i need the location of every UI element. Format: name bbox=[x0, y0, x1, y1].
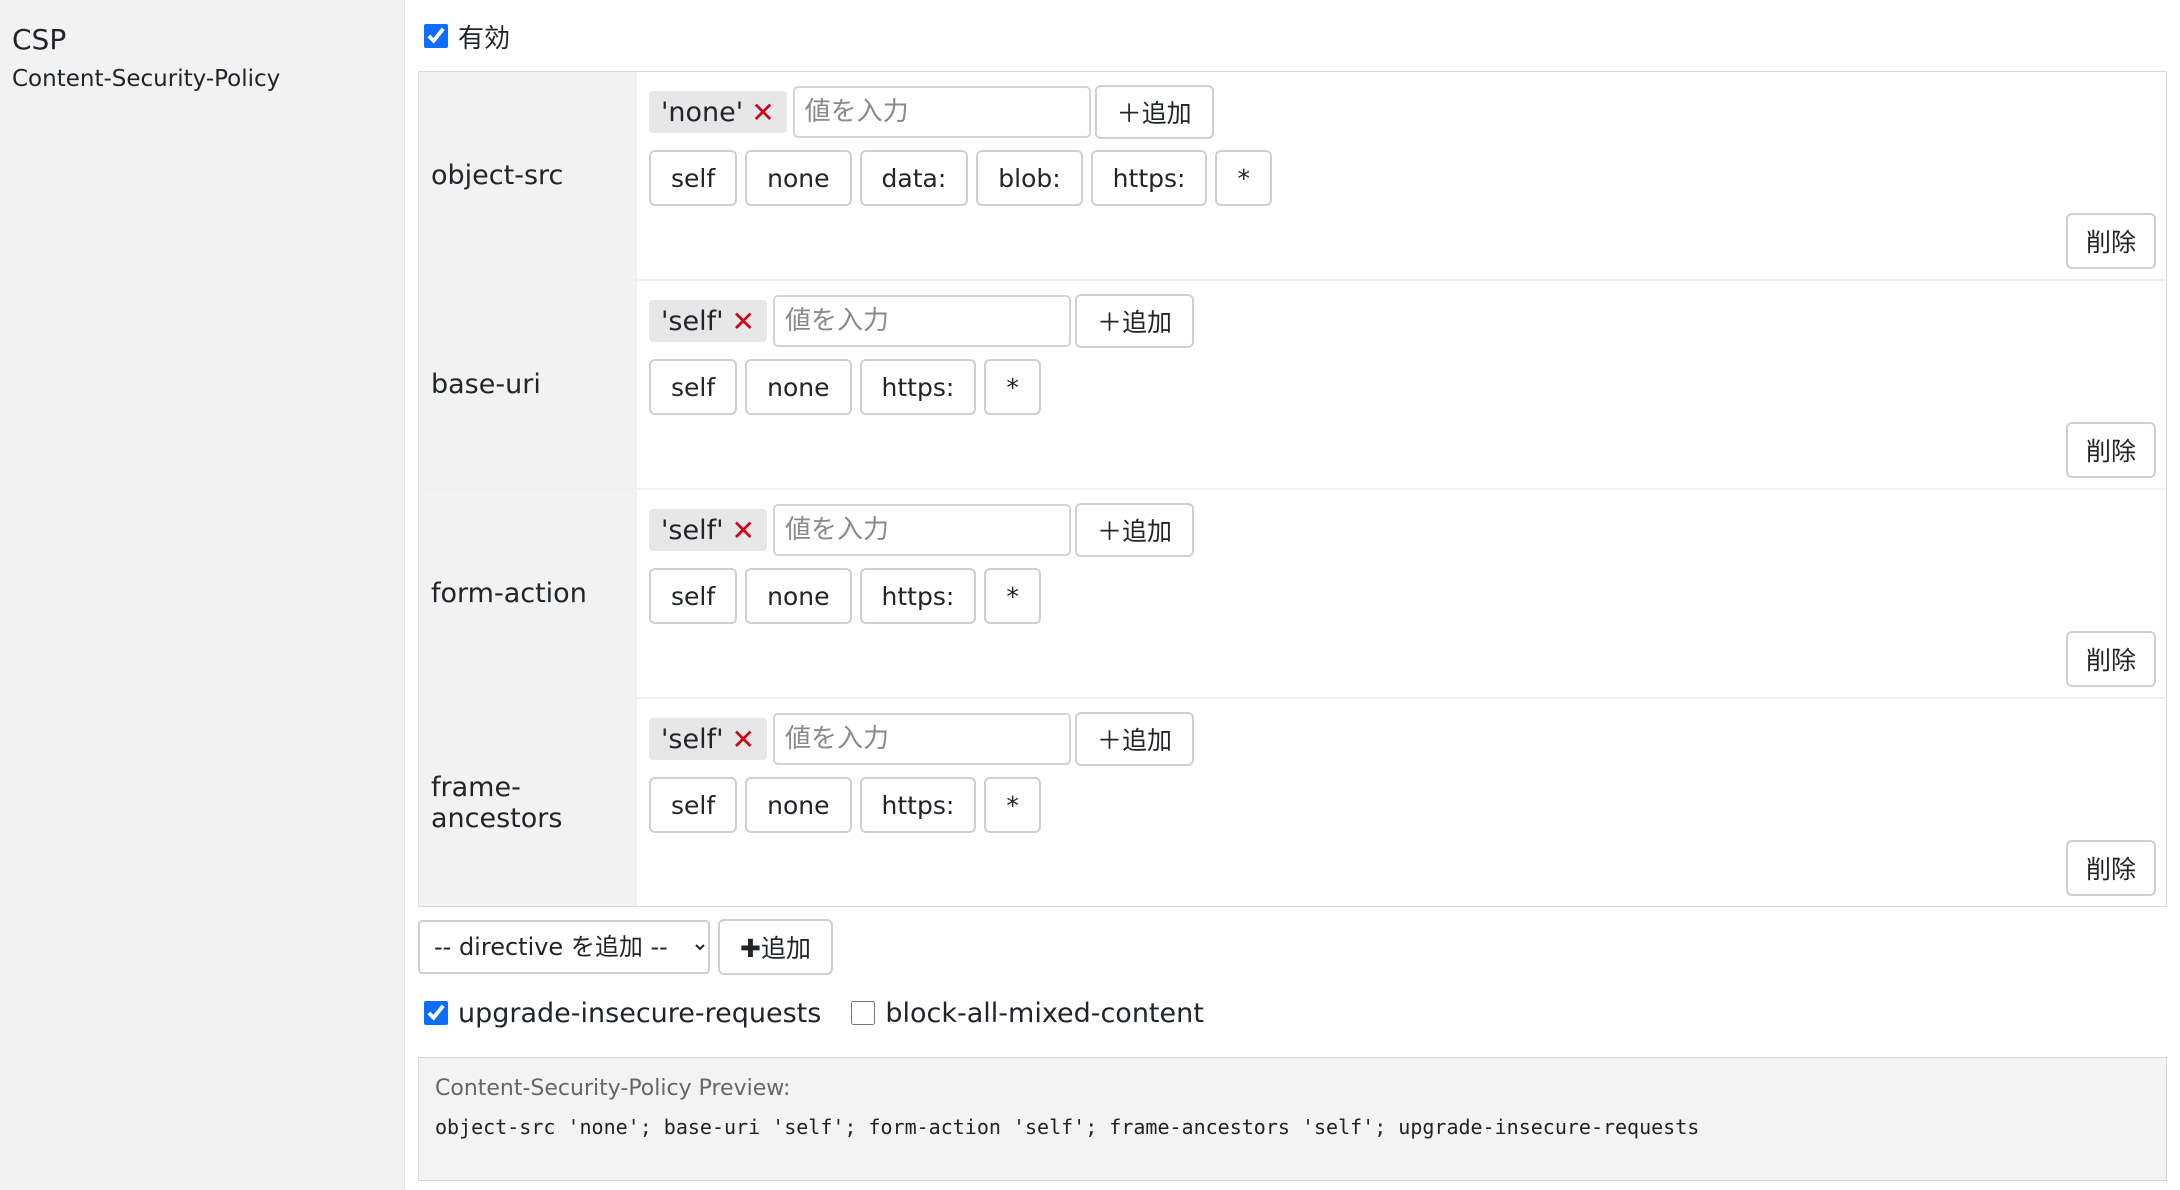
value-chip-text: 'self' bbox=[661, 514, 724, 546]
value-entry-row: 'self'✕ ＋追加 bbox=[649, 502, 2166, 558]
setting-subtitle: Content-Security-Policy bbox=[12, 66, 281, 92]
preset-button[interactable]: * bbox=[984, 359, 1041, 415]
flags-row: upgrade-insecure-requests block-all-mixed… bbox=[418, 993, 2168, 1033]
value-input[interactable] bbox=[773, 504, 1071, 556]
directive-row: base-uri 'self'✕ ＋追加 selfnonehttps:* 削除 bbox=[419, 281, 2166, 490]
preset-button[interactable]: none bbox=[745, 359, 852, 415]
directive-values: 'self'✕ ＋追加 selfnonehttps:* 削除 bbox=[637, 490, 2166, 697]
directive-row: object-src 'none'✕ ＋追加 selfnonedata:blob:ht… bbox=[419, 72, 2166, 281]
preset-button[interactable]: none bbox=[745, 568, 852, 624]
directive-name: base-uri bbox=[419, 281, 637, 488]
preset-button[interactable]: none bbox=[745, 150, 852, 206]
preset-button-row: self none https: * bbox=[649, 359, 2166, 415]
delete-directive-button[interactable]: 削除 bbox=[2065, 631, 2156, 687]
value-chip: 'none' ✕ bbox=[649, 91, 787, 133]
add-directive-button[interactable]: ✚追加 bbox=[718, 919, 833, 975]
directive-name: object-src bbox=[419, 72, 637, 279]
preset-button[interactable]: data: bbox=[859, 150, 969, 206]
value-entry-row: 'none'✕ ＋追加 bbox=[649, 84, 2166, 140]
preset-button[interactable]: * bbox=[1215, 150, 1272, 206]
setting-title: CSP bbox=[12, 23, 67, 56]
value-chip-text: 'none' bbox=[661, 96, 744, 128]
preview-value: object-src 'none'; base-uri 'self'; form… bbox=[435, 1115, 1700, 1139]
directive-row: form-action 'self'✕ ＋追加 selfnonehttps:* 削除 bbox=[419, 490, 2166, 699]
settings-content-column: 有効 object-src'none'✕＋追加selfnonedata:blob… bbox=[405, 0, 2180, 1190]
add-value-button[interactable]: ＋追加 bbox=[1075, 294, 1195, 348]
flag-toggle[interactable]: upgrade-insecure-requests bbox=[418, 998, 821, 1029]
flag-checkbox[interactable] bbox=[851, 1001, 876, 1025]
directive-row: frame-ancestors 'self'✕ ＋追加 selfnonehttps:*… bbox=[419, 699, 2166, 906]
remove-value-icon[interactable]: ✕ bbox=[732, 305, 755, 338]
directive-values: 'none'✕ ＋追加 selfnonedata:blob:https:* 削除 bbox=[637, 72, 2166, 279]
delete-directive-button[interactable]: 削除 bbox=[2065, 213, 2156, 269]
directive-name: frame-ancestors bbox=[419, 699, 637, 906]
preset-button[interactable]: https: bbox=[859, 777, 977, 833]
directive-list: object-src'none'✕＋追加selfnonedata:blob:ht… bbox=[418, 71, 2167, 907]
settings-label-column: CSP Content-Security-Policy bbox=[0, 0, 405, 1190]
flag-checkbox[interactable] bbox=[424, 1001, 448, 1025]
enabled-toggle[interactable]: 有効 bbox=[418, 17, 2168, 55]
preset-button[interactable]: self bbox=[649, 359, 738, 415]
value-entry-row: 'self'✕ ＋追加 bbox=[649, 711, 2166, 767]
flag-label: block-all-mixed-content bbox=[885, 997, 1204, 1029]
delete-directive-button[interactable]: 削除 bbox=[2065, 840, 2156, 896]
preset-button-row: self none data: blob: https: * bbox=[649, 150, 2166, 206]
preview-label: Content-Security-Policy Preview: bbox=[435, 1076, 791, 1101]
preset-button[interactable]: self bbox=[649, 568, 738, 624]
value-chip: 'self' ✕ bbox=[649, 509, 767, 551]
value-entry-row: 'self'✕ ＋追加 bbox=[649, 293, 2166, 349]
directive-select[interactable]: -- directive を追加 -- bbox=[418, 920, 710, 974]
preset-button[interactable]: * bbox=[984, 568, 1041, 624]
preset-button[interactable]: https: bbox=[859, 568, 977, 624]
directive-values: 'self'✕ ＋追加 selfnonehttps:* 削除 bbox=[637, 699, 2166, 906]
value-input[interactable] bbox=[792, 86, 1091, 138]
enabled-checkbox[interactable] bbox=[424, 24, 448, 48]
preset-button[interactable]: self bbox=[649, 150, 738, 206]
preset-button[interactable]: https: bbox=[1090, 150, 1208, 206]
csp-preview-panel: Content-Security-Policy Preview: object-… bbox=[418, 1057, 2167, 1181]
add-value-button[interactable]: ＋追加 bbox=[1075, 712, 1195, 766]
delete-directive-button[interactable]: 削除 bbox=[2065, 422, 2156, 478]
preset-button[interactable]: blob: bbox=[976, 150, 1083, 206]
preset-button[interactable]: https: bbox=[859, 359, 977, 415]
add-value-button[interactable]: ＋追加 bbox=[1075, 503, 1195, 557]
value-chip: 'self' ✕ bbox=[649, 718, 767, 760]
add-value-button[interactable]: ＋追加 bbox=[1094, 85, 1214, 139]
preset-button-row: self none https: * bbox=[649, 568, 2166, 624]
value-chip-text: 'self' bbox=[661, 305, 724, 337]
remove-value-icon[interactable]: ✕ bbox=[732, 514, 755, 547]
value-chip: 'self' ✕ bbox=[649, 300, 767, 342]
value-chip-text: 'self' bbox=[661, 723, 724, 755]
csp-settings-page: CSP Content-Security-Policy 有効 object-sr… bbox=[0, 0, 2180, 1190]
directive-values: 'self'✕ ＋追加 selfnonehttps:* 削除 bbox=[637, 281, 2166, 488]
remove-value-icon[interactable]: ✕ bbox=[732, 723, 755, 756]
value-input[interactable] bbox=[773, 295, 1071, 347]
preset-button[interactable]: * bbox=[984, 777, 1041, 833]
preset-button[interactable]: none bbox=[745, 777, 852, 833]
flag-toggle[interactable]: block-all-mixed-content bbox=[845, 998, 1204, 1029]
flag-label: upgrade-insecure-requests bbox=[458, 997, 822, 1029]
directive-add-row: -- directive を追加 -- ✚追加 bbox=[418, 919, 2168, 975]
value-input[interactable] bbox=[773, 713, 1071, 765]
enabled-label: 有効 bbox=[458, 23, 511, 54]
directive-name: form-action bbox=[419, 490, 637, 697]
remove-value-icon[interactable]: ✕ bbox=[751, 96, 774, 129]
preset-button[interactable]: self bbox=[649, 777, 738, 833]
preset-button-row: self none https: * bbox=[649, 777, 2166, 833]
